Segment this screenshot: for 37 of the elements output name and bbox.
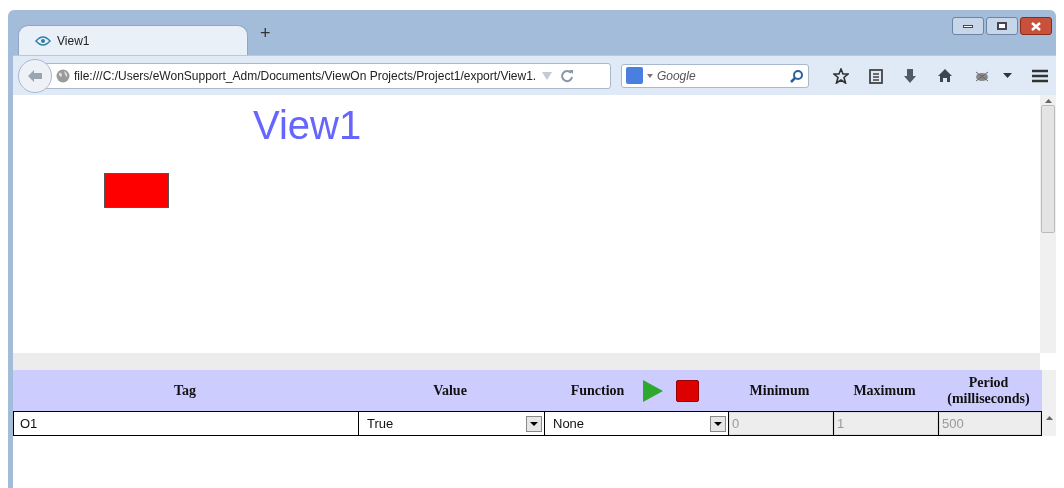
menu-icon[interactable] [1032,68,1048,83]
vertical-scrollbar[interactable] [1040,95,1056,353]
back-arrow-icon [27,68,43,83]
page-title: View1 [253,103,362,147]
maximize-button[interactable] [986,17,1018,35]
column-header: Maximum [853,382,916,399]
stop-icon[interactable] [676,379,700,402]
caret-icon[interactable] [1003,73,1012,78]
dropdown-icon [542,71,553,80]
star-icon[interactable] [833,67,849,84]
table-cell-text: O1 [19,414,38,433]
browser-tab[interactable]: View1 [18,25,248,55]
home-icon[interactable] [937,68,953,83]
eye-icon [35,35,51,46]
search-field[interactable]: Google [620,63,809,88]
column-header: Tag [173,382,197,399]
column-header: Period (milliseconds) [946,375,1031,406]
new-tab-button[interactable]: + [260,20,271,47]
close-icon [1031,21,1041,31]
url-text: file:///C:/Users/eWonSupport_Adm/Documents/ViewOn Projects/Project1/export/View1. [74,67,537,85]
column-header: Value [433,382,467,399]
search-input[interactable]: Google [656,66,786,85]
scrollbar-thumb[interactable] [1041,105,1055,233]
scroll-up-arrow-icon[interactable] [1045,416,1053,420]
search-icon [790,68,804,83]
scroll-up-arrow-icon[interactable] [1044,99,1052,103]
clipboard-icon[interactable] [869,67,883,84]
horizontal-scrollbar[interactable] [13,353,1040,370]
close-button[interactable] [1020,17,1052,35]
reload-icon [560,68,575,83]
caret-icon [646,73,653,78]
column-header: Function [570,382,625,399]
search-engine-icon [625,67,643,84]
minimize-button[interactable] [952,17,984,35]
download-icon[interactable] [903,67,917,84]
column-header: Minimum [749,382,810,399]
globe-icon [56,68,70,83]
